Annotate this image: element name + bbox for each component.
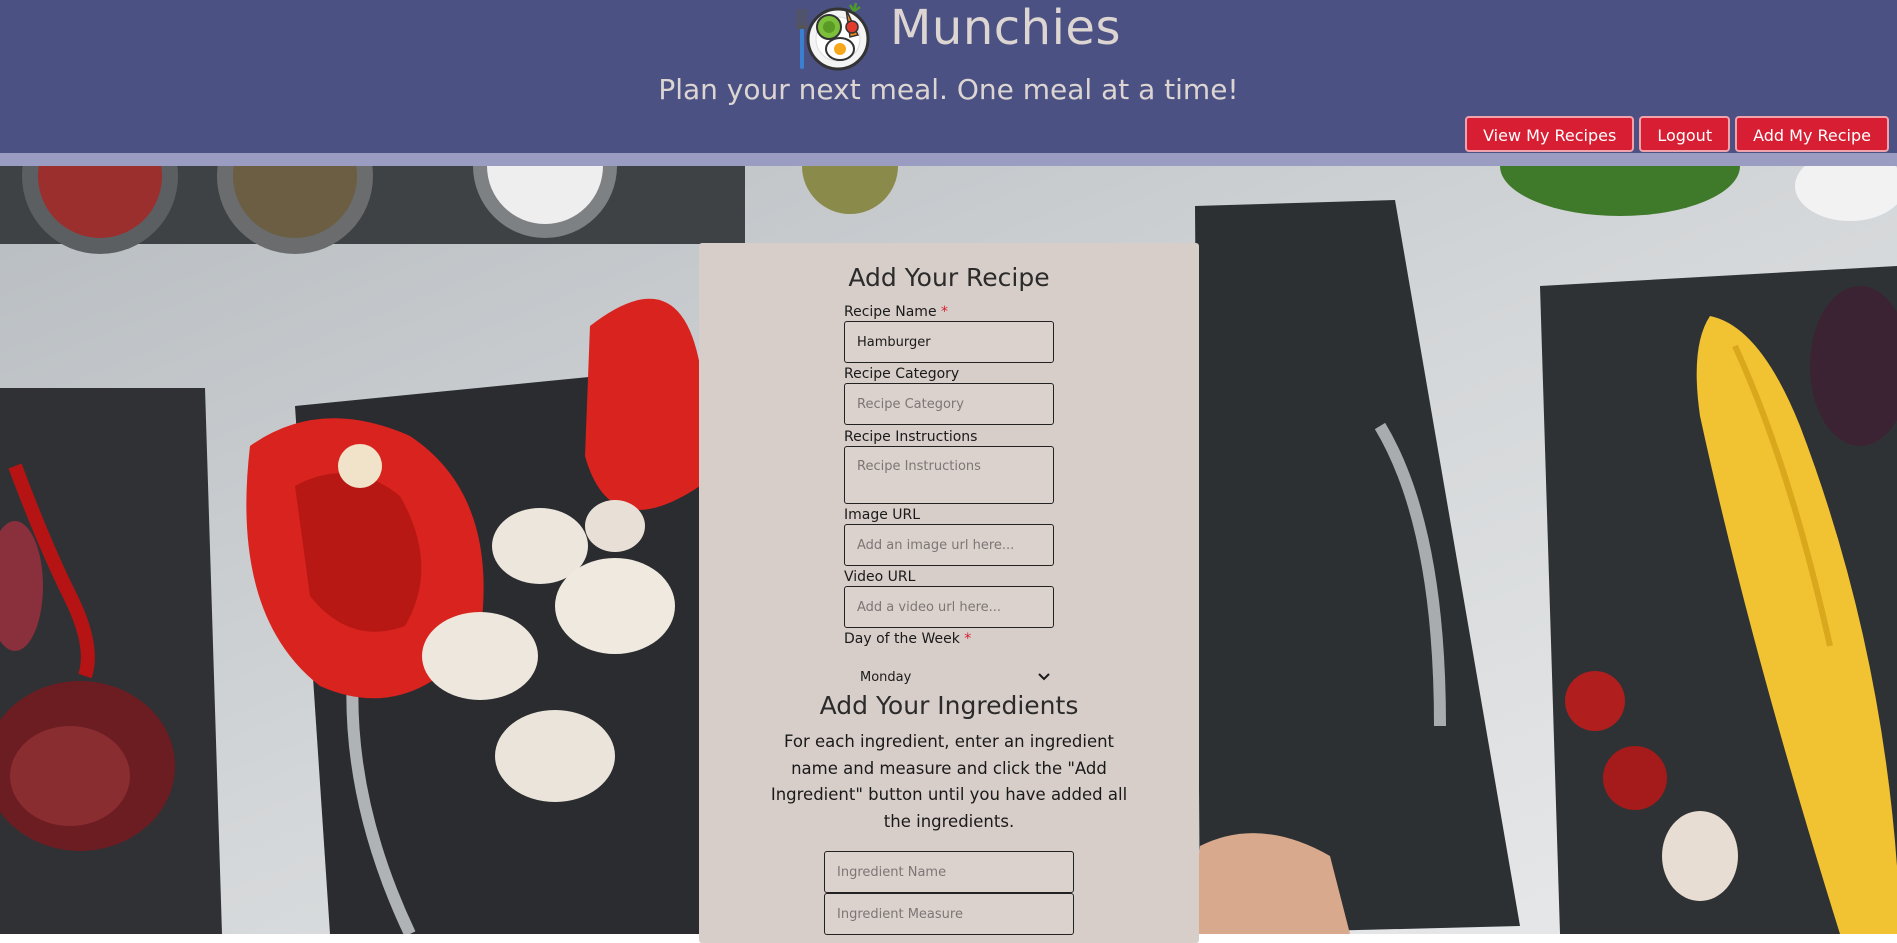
munchies-logo-icon bbox=[796, 1, 872, 73]
day-of-week-label: Day of the Week * bbox=[844, 630, 971, 648]
top-nav: View My Recipes Logout Add My Recipe bbox=[1465, 116, 1889, 152]
recipe-instructions-label: Recipe Instructions bbox=[844, 429, 978, 445]
add-recipe-form: Add Your Recipe Recipe Name * Recipe Cat… bbox=[699, 243, 1199, 943]
recipe-instructions-textarea[interactable] bbox=[844, 446, 1054, 504]
ingredients-title: Add Your Ingredients bbox=[819, 691, 1079, 720]
ingredient-name-input[interactable] bbox=[824, 851, 1074, 893]
chevron-down-icon bbox=[1038, 670, 1050, 685]
required-mark: * bbox=[964, 631, 972, 647]
view-my-recipes-button[interactable]: View My Recipes bbox=[1465, 116, 1635, 152]
image-url-label: Image URL bbox=[844, 507, 921, 523]
header-divider bbox=[0, 153, 1897, 166]
brand[interactable]: Munchies bbox=[796, 0, 1121, 74]
image-url-input[interactable] bbox=[844, 524, 1054, 566]
form-title: Add Your Recipe bbox=[848, 263, 1050, 292]
logout-button[interactable]: Logout bbox=[1639, 116, 1731, 152]
recipe-category-input[interactable] bbox=[844, 383, 1054, 425]
ingredient-measure-input[interactable] bbox=[824, 893, 1074, 935]
recipe-category-label: Recipe Category bbox=[844, 366, 960, 382]
video-url-input[interactable] bbox=[844, 586, 1054, 628]
brand-title: Munchies bbox=[890, 0, 1121, 56]
day-of-week-selected: Monday bbox=[860, 669, 912, 685]
day-of-week-label-text: Day of the Week bbox=[844, 631, 960, 647]
video-url-label: Video URL bbox=[844, 569, 916, 585]
site-header: Munchies Plan your next meal. One meal a… bbox=[0, 0, 1897, 153]
recipe-name-input[interactable] bbox=[844, 321, 1054, 363]
recipe-name-label: Recipe Name * bbox=[844, 303, 948, 321]
add-my-recipe-button[interactable]: Add My Recipe bbox=[1735, 116, 1889, 152]
ingredients-instructions: For each ingredient, enter an ingredient… bbox=[770, 732, 1128, 831]
tagline: Plan your next meal. One meal at a time! bbox=[658, 73, 1239, 106]
recipe-name-label-text: Recipe Name bbox=[844, 304, 937, 320]
required-mark: * bbox=[941, 304, 949, 320]
